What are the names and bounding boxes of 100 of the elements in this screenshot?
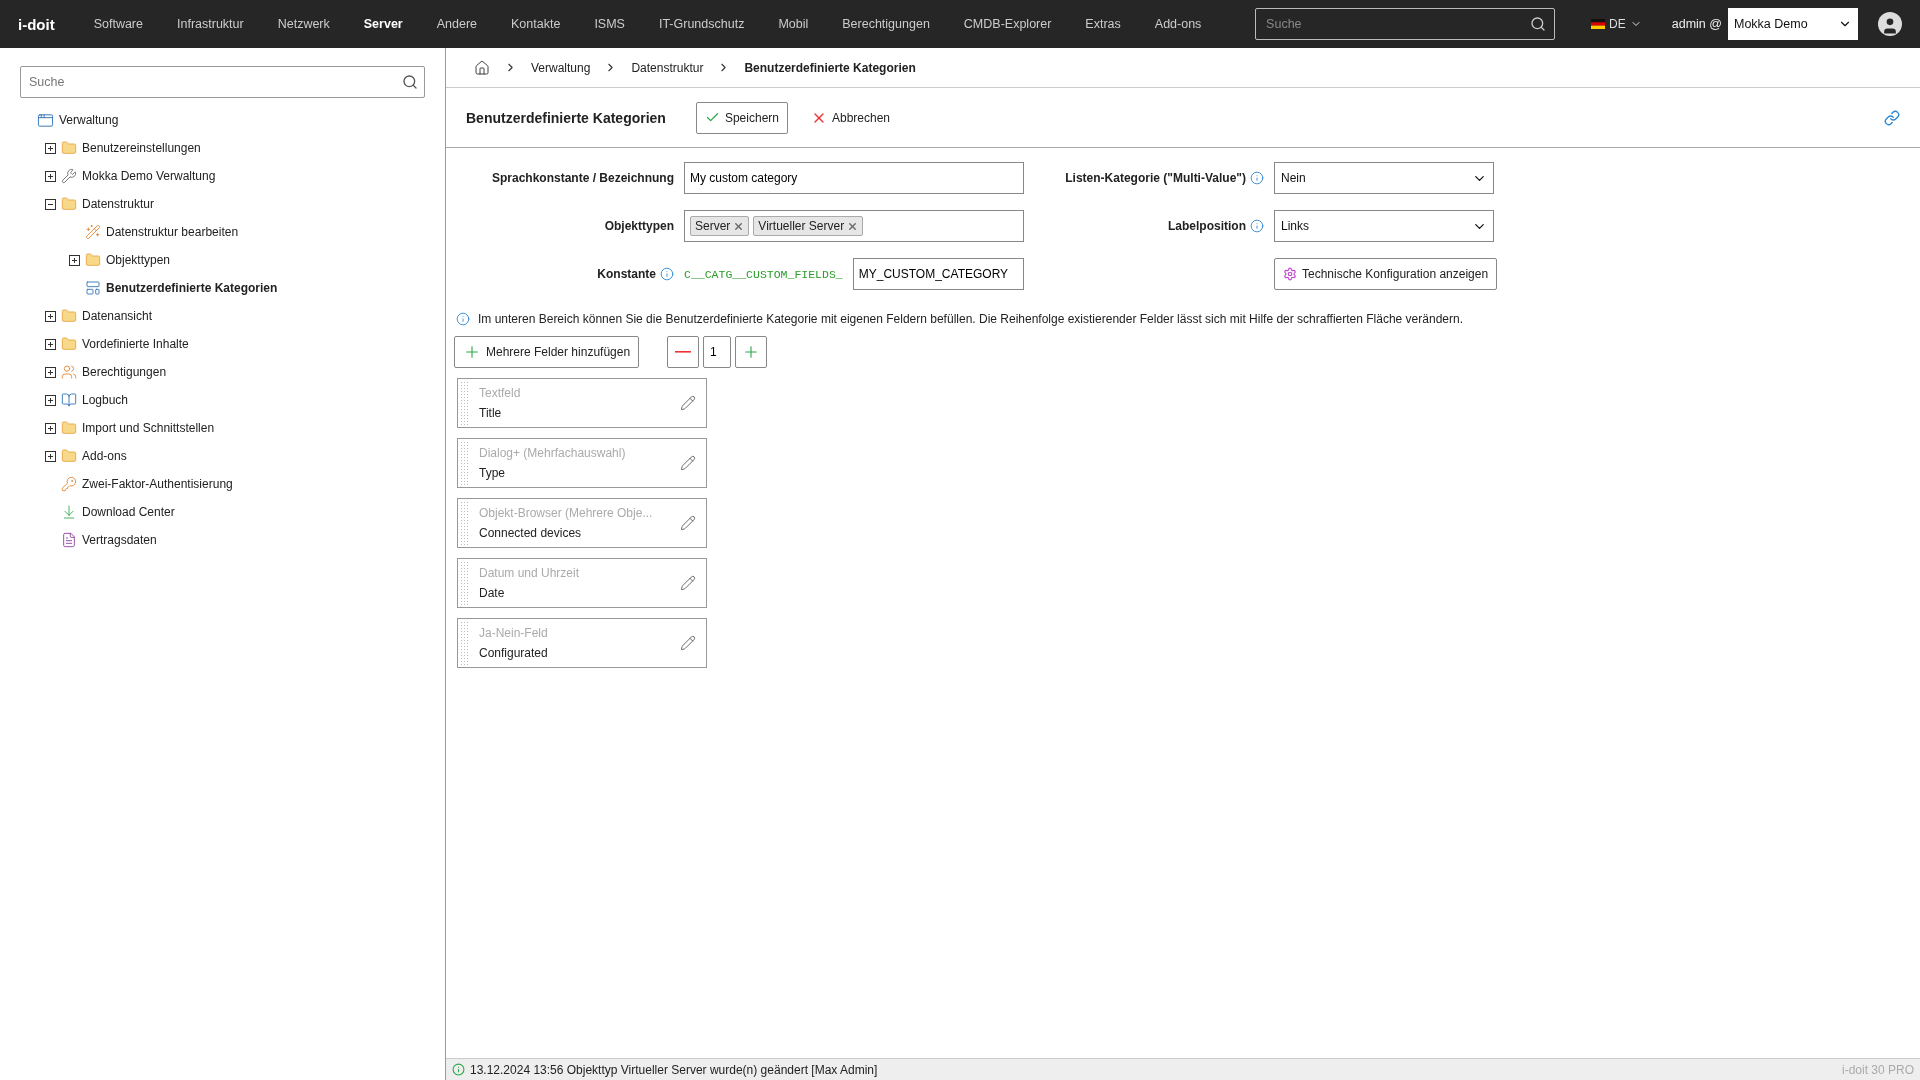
- remove-icon[interactable]: [733, 220, 745, 232]
- tree-item[interactable]: Berechtigungen: [82, 365, 167, 379]
- tree-item[interactable]: Objekttypen: [106, 253, 171, 267]
- folder-icon: [61, 308, 77, 324]
- drag-handle[interactable]: [460, 441, 469, 485]
- expand-toggle[interactable]: [44, 338, 56, 350]
- field-card[interactable]: Datum und Uhrzeit Date: [457, 558, 707, 608]
- folder-icon: [61, 336, 77, 352]
- tree-item[interactable]: Datenstruktur bearbeiten: [106, 225, 239, 239]
- nav-item[interactable]: Software: [76, 17, 160, 31]
- add-fields-button[interactable]: Mehrere Felder hinzufügen: [454, 336, 640, 368]
- search-field[interactable]: Suche: [20, 66, 425, 98]
- breadcrumb-link[interactable]: Datenstruktur: [631, 60, 704, 75]
- edit-icon[interactable]: [680, 575, 696, 591]
- info-icon: [452, 1063, 465, 1076]
- gear-icon: [1283, 267, 1297, 281]
- nav-item[interactable]: ISMS: [577, 17, 642, 31]
- nav-item[interactable]: Mobil: [761, 17, 826, 31]
- search-icon[interactable]: [402, 74, 418, 90]
- nav-item[interactable]: Extras: [1068, 17, 1138, 31]
- field-card[interactable]: Objekt-Browser (Mehrere Obje... Connected devices: [457, 498, 707, 548]
- increment-button[interactable]: [735, 336, 768, 368]
- breadcrumb-link[interactable]: Benutzerdefinierte Kategorien: [744, 60, 916, 75]
- form-icon: [85, 280, 101, 296]
- tree-item[interactable]: Mokka Demo Verwaltung: [82, 169, 216, 183]
- tree-item[interactable]: Benutzerdefinierte Kategorien: [106, 281, 278, 295]
- search-field[interactable]: Suche: [1255, 8, 1556, 40]
- tenant-select[interactable]: Mokka Demo: [1728, 8, 1858, 40]
- nav-item[interactable]: IT-Grundschutz: [641, 17, 762, 31]
- search-input[interactable]: Suche: [1264, 16, 1531, 32]
- tree-item[interactable]: Download Center: [82, 505, 175, 519]
- drag-handle[interactable]: [460, 501, 469, 545]
- dropdown[interactable]: Nein: [1274, 162, 1494, 194]
- tree-item[interactable]: Benutzereinstellungen: [82, 141, 201, 155]
- link-icon[interactable]: [1884, 109, 1900, 126]
- edit-icon[interactable]: [680, 395, 696, 411]
- edit-icon[interactable]: [680, 515, 696, 531]
- tree-item[interactable]: Zwei-Faktor-Authentisierung: [82, 477, 233, 491]
- save-button[interactable]: Speichern: [695, 101, 788, 134]
- decrement-button[interactable]: [667, 336, 700, 368]
- input-field[interactable]: MY_CUSTOM_CATEGORY: [852, 258, 1024, 290]
- tree-item[interactable]: Verwaltung: [59, 113, 119, 127]
- nav-item[interactable]: CMDB-Explorer: [946, 17, 1069, 31]
- home-icon[interactable]: [474, 59, 490, 76]
- field-type: Dialog+ (Mehrfachauswahl): [479, 446, 627, 460]
- nav-item[interactable]: Kontakte: [494, 17, 578, 31]
- drag-handle[interactable]: [460, 381, 469, 425]
- logo[interactable]: i-doit: [18, 15, 55, 33]
- wrench-icon: [61, 168, 77, 184]
- page-title: Benutzerdefinierte Kategorien: [466, 109, 666, 126]
- expand-toggle[interactable]: [44, 366, 56, 378]
- wand-icon: [85, 224, 101, 240]
- search-icon[interactable]: [1530, 16, 1547, 32]
- expand-toggle[interactable]: [44, 450, 56, 462]
- info-icon: [456, 312, 470, 326]
- field-card[interactable]: Ja-Nein-Feld Configurated: [457, 618, 707, 668]
- tree-item[interactable]: Vordefinierte Inhalte: [82, 337, 189, 351]
- edit-icon[interactable]: [680, 455, 696, 471]
- tag-input-field[interactable]: Server Virtueller Server: [684, 210, 1024, 242]
- tree-item[interactable]: Import und Schnittstellen: [82, 421, 215, 435]
- folder-icon: [61, 140, 77, 156]
- drag-handle[interactable]: [460, 621, 469, 665]
- tree-item[interactable]: Datenansicht: [82, 309, 153, 323]
- expand-toggle[interactable]: [44, 394, 56, 406]
- field-name: Date: [479, 586, 506, 600]
- expand-toggle[interactable]: [44, 142, 56, 154]
- remove-icon[interactable]: [847, 220, 859, 232]
- nav-item[interactable]: Server: [346, 17, 420, 31]
- field-card[interactable]: Dialog+ (Mehrfachauswahl) Type: [457, 438, 707, 488]
- expand-toggle[interactable]: [68, 254, 80, 266]
- tree-item[interactable]: Vertragsdaten: [82, 533, 157, 547]
- folder-icon: [61, 448, 77, 464]
- avatar-icon[interactable]: [1878, 12, 1902, 36]
- nav-item[interactable]: Add-ons: [1137, 17, 1219, 31]
- config-button[interactable]: Technische Konfiguration anzeigen: [1274, 258, 1498, 290]
- breadcrumb-link[interactable]: Verwaltung: [531, 60, 591, 75]
- field-card[interactable]: Textfeld Title: [457, 378, 707, 428]
- expand-toggle[interactable]: [44, 422, 56, 434]
- nav-item[interactable]: Netzwerk: [260, 17, 347, 31]
- dropdown[interactable]: Links: [1274, 210, 1494, 242]
- collapse-toggle[interactable]: [44, 198, 56, 210]
- plus-icon: [463, 343, 481, 361]
- folder-icon: [61, 196, 77, 212]
- tree-item[interactable]: Logbuch: [82, 393, 129, 407]
- tag[interactable]: Virtueller Server: [753, 216, 864, 236]
- count-field[interactable]: 1: [703, 336, 732, 368]
- nav-item[interactable]: Andere: [419, 17, 495, 31]
- status-message: 13.12.2024 13:56 Objekttyp Virtueller Server wurde(n) geändert [Max Admin]: [470, 1062, 878, 1077]
- tree-item[interactable]: Datenstruktur: [82, 197, 155, 211]
- edit-icon[interactable]: [680, 635, 696, 651]
- expand-toggle[interactable]: [44, 310, 56, 322]
- expand-toggle[interactable]: [44, 170, 56, 182]
- tag[interactable]: Server: [690, 216, 750, 236]
- language-selector[interactable]: DE: [1585, 16, 1648, 32]
- drag-handle[interactable]: [460, 561, 469, 605]
- tree-item[interactable]: Add-ons: [82, 449, 127, 463]
- input-field[interactable]: My custom category: [684, 162, 1024, 194]
- nav-item[interactable]: Infrastruktur: [160, 17, 261, 31]
- constant-prefix: C__CATG__CUSTOM_FIELDS_: [684, 267, 843, 281]
- nav-item[interactable]: Berechtigungen: [825, 17, 947, 31]
